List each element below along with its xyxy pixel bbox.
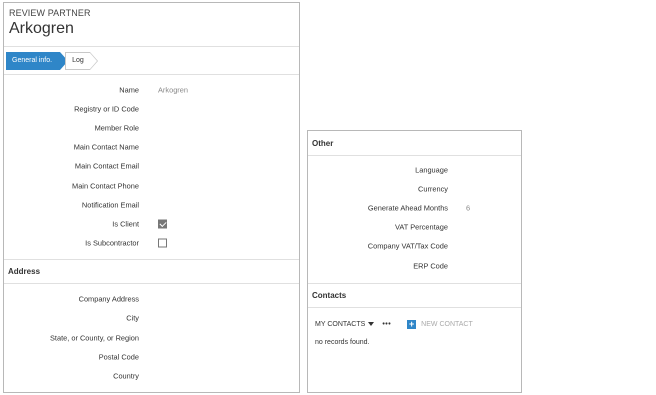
partner-panel: REVIEW PARTNER Arkogren General info. Lo… xyxy=(3,2,300,393)
partner-header: REVIEW PARTNER Arkogren xyxy=(4,3,299,47)
field-label: Is Subcontractor xyxy=(85,238,139,248)
address-section: Company Address City State, or County, o… xyxy=(4,290,299,386)
page-title: Arkogren xyxy=(9,20,74,37)
field-value[interactable]: Arkogren xyxy=(158,85,188,94)
field-label: Postal Code xyxy=(98,352,139,362)
field-registry-code: Registry or ID Code xyxy=(4,99,299,118)
field-region: State, or County, or Region xyxy=(4,328,299,347)
field-member-role: Member Role xyxy=(4,118,299,137)
field-is-subcontractor: Is Subcontractor xyxy=(4,234,299,253)
field-company-address: Company Address xyxy=(4,290,299,309)
field-label: State, or County, or Region xyxy=(49,333,139,343)
contacts-section-title: Contacts xyxy=(308,283,521,309)
tab-bar: General info. Log xyxy=(4,47,299,75)
field-label: City xyxy=(126,313,139,323)
my-contacts-dropdown[interactable]: MY CONTACTS xyxy=(315,320,375,328)
field-label: Notification Email xyxy=(81,200,139,210)
field-postal-code: Postal Code xyxy=(4,347,299,366)
more-options-button[interactable]: ••• xyxy=(382,321,391,328)
field-country: Country xyxy=(4,366,299,385)
field-main-contact-name: Main Contact Name xyxy=(4,138,299,157)
field-currency: Currency xyxy=(308,179,521,198)
field-label: Main Contact Phone xyxy=(72,181,139,191)
field-label: Currency xyxy=(418,184,448,194)
field-label: Is Client xyxy=(112,219,139,229)
field-value[interactable]: 6 xyxy=(466,203,470,212)
field-label: Country xyxy=(113,371,139,381)
field-label: Registry or ID Code xyxy=(74,104,139,114)
other-section-title: Other xyxy=(308,131,521,156)
field-label: VAT Percentage xyxy=(395,222,448,232)
field-label: ERP Code xyxy=(413,261,448,271)
field-label: Main Contact Email xyxy=(74,161,139,171)
field-label: Company Address xyxy=(78,294,139,304)
field-main-contact-phone: Main Contact Phone xyxy=(4,176,299,195)
field-label: Member Role xyxy=(94,123,139,133)
contacts-toolbar: MY CONTACTS ••• + NEW CONTACT xyxy=(308,313,521,335)
tab-general-info[interactable]: General info. xyxy=(6,51,69,70)
other-panel: Other Language Currency Generate Ahead M… xyxy=(307,130,522,393)
field-notification-email: Notification Email xyxy=(4,195,299,214)
field-label: Language xyxy=(415,165,448,175)
field-city: City xyxy=(4,309,299,328)
field-label: Main Contact Name xyxy=(73,142,139,152)
address-section-title: Address xyxy=(4,258,299,284)
general-info-section: Name Arkogren Registry or ID Code Member… xyxy=(4,80,299,253)
my-contacts-label: MY CONTACTS xyxy=(315,320,366,328)
field-vat-percentage: VAT Percentage xyxy=(308,218,521,237)
plus-icon: + xyxy=(407,318,417,329)
page-subtitle: REVIEW PARTNER xyxy=(9,8,91,18)
field-main-contact-email: Main Contact Email xyxy=(4,157,299,176)
field-generate-ahead-months: Generate Ahead Months 6 xyxy=(308,198,521,217)
is-subcontractor-checkbox[interactable] xyxy=(158,238,167,248)
field-erp-code: ERP Code xyxy=(308,256,521,275)
field-label: Generate Ahead Months xyxy=(367,203,448,213)
new-contact-button[interactable]: + NEW CONTACT xyxy=(407,318,473,329)
other-section: Language Currency Generate Ahead Months … xyxy=(308,160,521,275)
empty-state-text: no records found. xyxy=(315,339,370,347)
tab-log[interactable]: Log xyxy=(65,51,98,70)
field-vat-tax-code: Company VAT/Tax Code xyxy=(308,237,521,256)
chevron-down-icon xyxy=(368,322,375,327)
field-language: Language xyxy=(308,160,521,179)
field-name: Name Arkogren xyxy=(4,80,299,99)
field-label: Name xyxy=(119,85,139,95)
new-contact-label: NEW CONTACT xyxy=(421,320,473,328)
field-is-client: Is Client xyxy=(4,214,299,233)
is-client-checkbox[interactable] xyxy=(158,219,167,229)
field-label: Company VAT/Tax Code xyxy=(367,241,448,251)
